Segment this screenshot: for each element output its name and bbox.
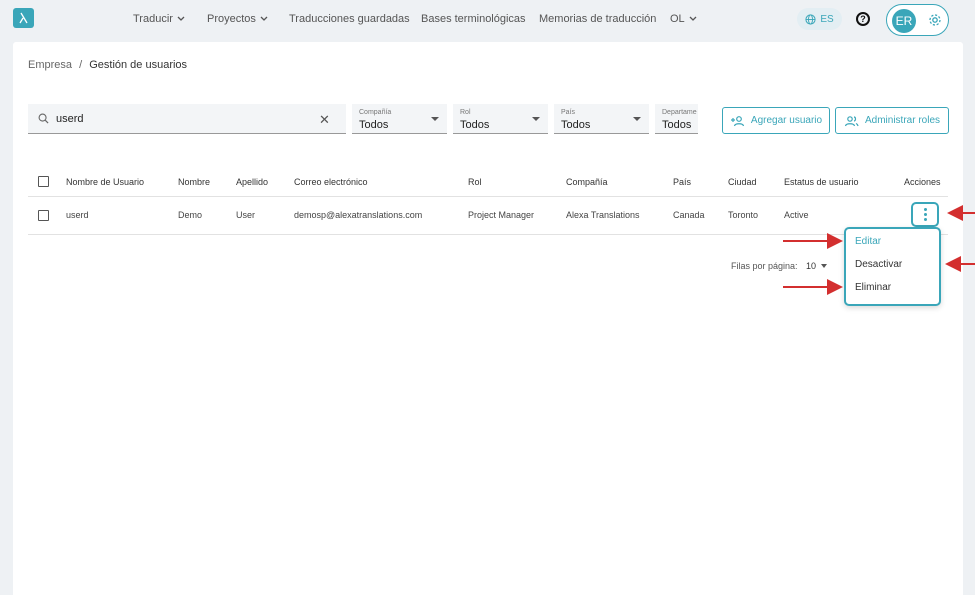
- app-logo[interactable]: [13, 8, 34, 28]
- cell-nombre: Demo: [178, 210, 203, 220]
- rows-per-page-value: 10: [806, 261, 817, 271]
- avatar[interactable]: ER: [892, 9, 916, 33]
- search-icon: [38, 113, 49, 124]
- breadcrumb-parent[interactable]: Empresa: [28, 59, 72, 71]
- search-value: userd: [56, 113, 84, 125]
- header-ciudad[interactable]: Ciudad: [728, 177, 757, 187]
- filter-departamento-value: Todos: [662, 119, 692, 131]
- header-email[interactable]: Correo electrónico: [294, 177, 368, 187]
- cell-ciudad: Toronto: [728, 210, 759, 220]
- nav-proyectos[interactable]: Proyectos: [207, 13, 268, 25]
- caret-down-icon: [431, 117, 439, 121]
- caret-down-icon: [821, 264, 828, 268]
- kebab-dot: [923, 213, 927, 216]
- kebab-dot: [923, 208, 927, 211]
- nav-traducir-label: Traducir: [133, 13, 173, 25]
- table-header: Nombre de Usuario Nombre Apellido Correo…: [28, 169, 948, 197]
- manage-roles-button[interactable]: Administrar roles: [835, 107, 949, 134]
- rows-per-page-label: Filas por página:: [731, 261, 798, 271]
- breadcrumb-current: Gestión de usuarios: [89, 59, 188, 71]
- nav-ol[interactable]: OL: [670, 13, 697, 25]
- header-apellido[interactable]: Apellido: [236, 177, 268, 187]
- language-label: ES: [820, 13, 834, 25]
- breadcrumb-separator: /: [79, 59, 83, 71]
- language-selector[interactable]: ES: [797, 8, 842, 30]
- chevron-down-icon: [260, 16, 268, 21]
- cell-estatus: Active: [784, 210, 809, 220]
- filter-rol-value: Todos: [460, 119, 490, 131]
- add-user-button[interactable]: Agregar usuario: [722, 107, 830, 134]
- menu-item-editar[interactable]: Editar: [855, 236, 881, 247]
- header-compania[interactable]: Compañía: [566, 177, 608, 187]
- filter-compania[interactable]: Compañía Todos: [352, 104, 447, 134]
- more-actions-button[interactable]: [911, 202, 939, 227]
- menu-item-desactivar[interactable]: Desactivar: [855, 259, 902, 270]
- clear-icon[interactable]: ✕: [319, 112, 330, 128]
- gear-icon[interactable]: [928, 13, 942, 27]
- cell-username: userd: [66, 210, 89, 220]
- avatar-initials: ER: [895, 14, 913, 28]
- search-input[interactable]: userd ✕: [28, 104, 346, 134]
- manage-roles-label: Administrar roles: [864, 115, 941, 126]
- row-checkbox[interactable]: [38, 210, 49, 221]
- add-user-icon: [730, 115, 745, 126]
- cell-rol: Project Manager: [468, 210, 535, 220]
- nav-traducciones-guardadas[interactable]: Traducciones guardadas: [289, 13, 410, 25]
- kebab-dot: [923, 218, 927, 221]
- globe-icon: [805, 13, 816, 25]
- header-username[interactable]: Nombre de Usuario: [66, 177, 144, 187]
- caret-down-icon: [633, 117, 641, 121]
- help-icon-glyph: ?: [860, 14, 866, 24]
- filter-departamento[interactable]: Departame Todos: [655, 104, 698, 134]
- menu-item-eliminar[interactable]: Eliminar: [855, 282, 891, 293]
- nav-bases-terminologicas-label: Bases terminológicas: [421, 13, 526, 25]
- filter-compania-value: Todos: [359, 119, 389, 131]
- actions-menu: Editar Desactivar Eliminar: [844, 227, 941, 306]
- filter-rol[interactable]: Rol Todos: [453, 104, 548, 134]
- group-icon: [844, 115, 859, 126]
- help-icon[interactable]: ?: [856, 12, 870, 26]
- rows-per-page-select[interactable]: 10: [806, 261, 828, 271]
- cell-email: demosp@alexatranslations.com: [294, 210, 423, 220]
- filter-pais-value: Todos: [561, 119, 591, 131]
- cell-apellido: User: [236, 210, 256, 220]
- header-pais[interactable]: País: [673, 177, 691, 187]
- caret-down-icon: [532, 117, 540, 121]
- header-estatus[interactable]: Estatus de usuario: [784, 177, 859, 187]
- main-panel: Empresa / Gestión de usuarios userd ✕ Co…: [13, 42, 963, 595]
- nav-memorias-traduccion-label: Memorias de traducción: [539, 13, 657, 25]
- top-navigation: Traducir Proyectos Traducciones guardada…: [0, 0, 975, 40]
- cell-compania: Alexa Translations: [566, 210, 640, 220]
- nav-traducciones-guardadas-label: Traducciones guardadas: [289, 13, 410, 25]
- nav-memorias-traduccion[interactable]: Memorias de traducción: [539, 13, 656, 25]
- header-nombre[interactable]: Nombre: [178, 177, 210, 187]
- header-rol[interactable]: Rol: [468, 177, 482, 187]
- header-acciones: Acciones: [904, 177, 941, 187]
- chevron-down-icon: [177, 16, 185, 21]
- nav-ol-label: OL: [670, 13, 685, 25]
- nav-proyectos-label: Proyectos: [207, 13, 256, 25]
- nav-bases-terminologicas[interactable]: Bases terminológicas: [421, 13, 526, 25]
- table-row[interactable]: userd Demo User demosp@alexatranslations…: [28, 197, 948, 235]
- cell-pais: Canada: [673, 210, 705, 220]
- select-all-checkbox[interactable]: [38, 176, 49, 187]
- add-user-label: Agregar usuario: [750, 115, 823, 126]
- filter-departamento-label: Departame: [662, 109, 697, 116]
- filter-pais-label: País: [561, 109, 576, 116]
- user-menu[interactable]: ER: [886, 4, 949, 36]
- chevron-down-icon: [689, 16, 697, 21]
- nav-traducir[interactable]: Traducir: [133, 13, 185, 25]
- filter-rol-label: Rol: [460, 109, 471, 116]
- filter-pais[interactable]: País Todos: [554, 104, 649, 134]
- breadcrumb: Empresa / Gestión de usuarios: [28, 59, 187, 71]
- filter-compania-label: Compañía: [359, 109, 392, 116]
